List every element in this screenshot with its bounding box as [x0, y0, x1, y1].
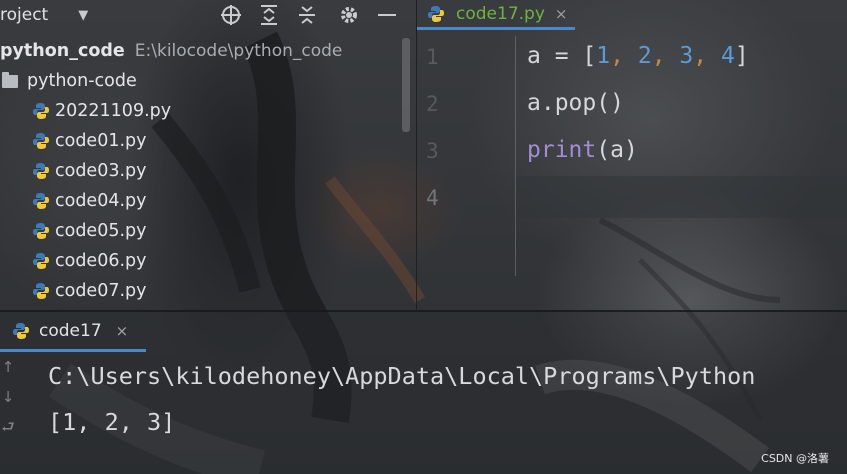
tree-file-item[interactable]: code07.py — [0, 276, 416, 306]
code-token: , — [610, 43, 638, 69]
editor-tab-bar: code17.py × — [417, 0, 847, 30]
code-token-number: 4 — [720, 43, 735, 69]
code-token-keyword: print — [527, 137, 597, 163]
file-name: code07.py — [55, 281, 147, 301]
run-tab-label: code17 — [39, 320, 102, 341]
code-token-number: 1 — [596, 43, 611, 69]
soft-wrap-icon[interactable]: ⮐ — [0, 412, 16, 442]
folder-icon — [2, 71, 18, 88]
run-panel-border[interactable] — [0, 310, 847, 312]
project-panel-title[interactable]: roject — [0, 5, 48, 25]
scroll-down-icon[interactable]: ↓ — [0, 382, 16, 412]
code-token: , — [651, 43, 680, 69]
tab-code17[interactable]: code17.py × — [417, 0, 576, 30]
python-file-icon — [428, 5, 444, 22]
tree-file-item[interactable]: code04.py — [0, 186, 416, 216]
gutter-divider — [515, 36, 516, 276]
file-name: 20221109.py — [55, 101, 172, 121]
code-line-2[interactable]: a.pop() — [527, 90, 624, 116]
panel-splitter[interactable] — [416, 0, 417, 310]
code-token: ] — [734, 43, 749, 69]
tree-root-item[interactable]: python_code E:\kilocode\python_code — [0, 36, 416, 66]
tree-file-item[interactable]: code03.py — [0, 156, 416, 186]
code-token: a — [527, 43, 541, 69]
console-line[interactable]: [1, 2, 3] — [48, 408, 175, 436]
code-line-1[interactable]: a = [1, 2, 3, 4] — [527, 43, 749, 69]
scroll-up-icon[interactable]: ↑ — [0, 352, 16, 382]
file-name: code01.py — [55, 131, 147, 151]
tree-file-item[interactable]: code06.py — [0, 246, 416, 276]
project-root-path: E:\kilocode\python_code — [134, 41, 343, 61]
python-file-icon — [33, 253, 49, 269]
expand-all-icon[interactable] — [256, 3, 282, 27]
file-name: code03.py — [55, 161, 147, 181]
code-token: , — [693, 43, 721, 69]
file-name: code06.py — [55, 251, 147, 271]
file-name: code05.py — [55, 221, 147, 241]
tree-file-item[interactable]: 20221109.py — [0, 96, 416, 126]
watermark: CSDN @洛薯 — [761, 452, 829, 465]
run-tab-bar: code17 × — [0, 312, 847, 352]
python-file-icon — [33, 103, 49, 119]
python-file-icon — [33, 283, 49, 299]
tab-run-code17[interactable]: code17 × — [0, 312, 146, 352]
code-token-number: 3 — [679, 43, 694, 69]
python-file-icon — [33, 193, 49, 209]
tab-label: code17.py — [456, 3, 545, 24]
python-file-icon — [33, 223, 49, 239]
crosshair-icon[interactable] — [218, 3, 244, 27]
code-token: (a) — [596, 137, 638, 163]
dropdown-icon[interactable]: ▼ — [78, 8, 88, 23]
tree-scrollbar[interactable] — [402, 38, 410, 132]
tree-file-item[interactable]: code01.py — [0, 126, 416, 156]
file-name: code04.py — [55, 191, 147, 211]
close-icon[interactable]: × — [555, 5, 568, 23]
python-file-icon — [33, 133, 49, 149]
console-line[interactable]: C:\Users\kilodehoney\AppData\Local\Progr… — [48, 362, 755, 390]
folder-name: python-code — [27, 71, 137, 91]
python-file-icon — [33, 163, 49, 179]
python-run-icon — [13, 322, 29, 339]
project-root-name: python_code — [0, 41, 125, 61]
minimize-icon[interactable] — [374, 3, 400, 27]
code-token: = — [540, 43, 583, 69]
code-token: [ — [582, 43, 597, 69]
project-tree: python_code E:\kilocode\python_code pyth… — [0, 36, 416, 306]
code-line-3[interactable]: print(a) — [527, 137, 638, 163]
collapse-all-icon[interactable] — [294, 3, 320, 27]
current-line-highlight — [515, 176, 847, 218]
run-controls: ↑ ↓ ⮐ — [0, 352, 16, 474]
tree-folder-item[interactable]: python-code — [0, 66, 416, 96]
close-icon[interactable]: × — [116, 322, 129, 340]
code-token-number: 2 — [637, 43, 652, 69]
tree-file-item[interactable]: code05.py — [0, 216, 416, 246]
project-toolbar-icons — [218, 3, 412, 27]
gear-icon[interactable] — [336, 3, 362, 27]
